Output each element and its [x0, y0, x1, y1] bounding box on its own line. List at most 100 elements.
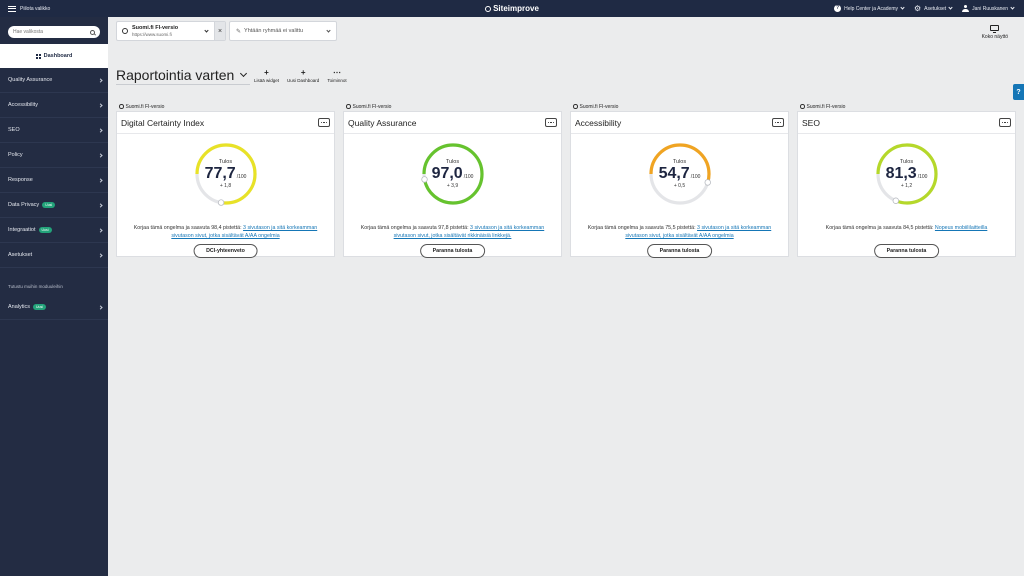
score-max: /100	[917, 174, 928, 180]
globe-icon	[119, 104, 124, 109]
hamburger-icon	[8, 5, 16, 12]
sidebar-item-integrations[interactable]: Integraatiot Uusi	[0, 218, 108, 243]
widget-site-name: Suomi.fi FI-versio	[125, 103, 165, 110]
score-change: + 3,9	[446, 183, 459, 189]
sidebar-search	[8, 26, 100, 38]
widget-card: Accessibility Tulos 54,7 /100 + 0,5 Korj…	[570, 111, 789, 258]
plus-icon: +	[264, 68, 269, 77]
score-gauge: Tulos 54,7 /100 + 0,5	[647, 141, 713, 207]
sidebar-item-label: Asetukset	[8, 252, 33, 258]
chevron-right-icon	[98, 177, 103, 183]
group-selector-value: Yhtään ryhmää ei valittu	[244, 28, 304, 34]
user-menu[interactable]: Jani Ruuskanen	[962, 5, 1015, 12]
sidebar-item-label: Dashboard	[43, 53, 73, 59]
dashboard-actions: + Lisää widget + Uusi Dashboard ⋯ Toimin…	[254, 68, 347, 84]
widget-card: SEO Tulos 81,3 /100 + 1,2 Korjaa tämä on…	[797, 111, 1016, 258]
dci-summary-button[interactable]: DCI-yhteenveto	[193, 244, 258, 258]
widget-card: Quality Assurance Tulos 97,0 /100 + 3,9 …	[343, 111, 562, 258]
chevron-down-icon	[204, 27, 209, 33]
globe-icon	[122, 28, 128, 34]
improvement-text: Korjaa tämä ongelma ja saavuta 84,5 pist…	[808, 224, 1005, 232]
score-max: /100	[236, 174, 247, 180]
improvement-text: Korjaa tämä ongelma ja saavuta 75,5 pist…	[581, 224, 778, 240]
improvement-prefix: Korjaa tämä ongelma ja saavuta 98,4 pist…	[133, 225, 242, 231]
sidebar-item-label: Data Privacy	[8, 202, 40, 208]
sidebar-item-label: Accessibility	[8, 102, 38, 108]
group-selector[interactable]: ✎ Yhtään ryhmää ei valittu	[229, 21, 337, 41]
sidebar-item-policy[interactable]: Policy	[0, 143, 108, 168]
score-change: + 1,2	[900, 183, 913, 189]
new-badge: Uusi	[33, 304, 47, 310]
score-max: /100	[463, 174, 474, 180]
widget-site-name: Suomi.fi FI-versio	[579, 103, 619, 110]
chevron-right-icon	[98, 202, 103, 208]
help-tab[interactable]: ?	[1013, 84, 1024, 100]
chevron-down-icon	[948, 5, 953, 10]
widget-seo: Suomi.fi FI-versio SEO Tulos 81,3 /100 +…	[797, 102, 1016, 258]
dashboard-title-dropdown[interactable]: Raportointia varten	[116, 66, 251, 85]
sidebar-item-settings[interactable]: Asetukset	[0, 243, 108, 268]
widget-title: Accessibility	[575, 117, 622, 128]
score-value: 54,7	[658, 165, 690, 182]
help-icon: ?	[834, 5, 842, 12]
sidebar-section-label: Tutustu muihin moduuleihin	[8, 284, 63, 289]
sidebar-item-label: Policy	[8, 152, 23, 158]
sidebar-item-response[interactable]: Response	[0, 168, 108, 193]
more-icon: ⋯	[332, 68, 341, 77]
sidebar-item-label: Analytics	[8, 304, 31, 310]
sidebar-item-accessibility[interactable]: Accessibility	[0, 93, 108, 118]
improvement-text: Korjaa tämä ongelma ja saavuta 98,4 pist…	[127, 224, 324, 240]
plus-icon: +	[300, 68, 306, 77]
site-name: Suomi.fi FI-versio	[132, 25, 179, 31]
improve-score-button[interactable]: Paranna tulosta	[873, 244, 940, 258]
add-widget-button[interactable]: + Lisää widget	[254, 68, 280, 84]
new-badge: Uusi	[42, 202, 56, 208]
widget-menu-button[interactable]	[772, 118, 784, 127]
search-input[interactable]	[13, 29, 90, 35]
gear-icon: ⚙	[914, 4, 922, 13]
score-gauge: Tulos 81,3 /100 + 1,2	[874, 141, 940, 207]
widget-menu-button[interactable]	[318, 118, 330, 127]
settings-menu[interactable]: ⚙ Asetukset	[914, 4, 953, 13]
sidebar-item-data-privacy[interactable]: Data Privacy Uusi	[0, 193, 108, 218]
improvement-prefix: Korjaa tämä ongelma ja saavuta 75,5 pist…	[587, 225, 696, 231]
improvement-link[interactable]: Nopeus mobiililaitteilla	[935, 225, 987, 231]
chevron-right-icon	[98, 304, 103, 310]
dashboard-grid-icon	[35, 53, 41, 59]
sidebar: Dashboard Quality Assurance Accessibilit…	[0, 17, 108, 576]
site-selector[interactable]: Suomi.fi FI-versio https://www.suomi.fi …	[116, 21, 226, 41]
actions-menu-button[interactable]: ⋯ Toiminnot	[327, 68, 347, 84]
widget-menu-button[interactable]	[999, 118, 1011, 127]
search-icon[interactable]	[90, 29, 95, 35]
widget-menu-button[interactable]	[545, 118, 557, 127]
score-gauge: Tulos 97,0 /100 + 3,9	[420, 141, 486, 207]
sidebar-item-analytics[interactable]: Analytics Uusi	[0, 295, 108, 320]
sidebar-nav: Quality Assurance Accessibility SEO Poli…	[0, 68, 108, 268]
widget-site-name: Suomi.fi FI-versio	[806, 103, 846, 110]
add-widget-label: Lisää widget	[254, 78, 280, 83]
sidebar-item-seo[interactable]: SEO	[0, 118, 108, 143]
chevron-down-icon	[326, 27, 331, 33]
user-icon	[962, 5, 970, 12]
clear-site-button[interactable]: ×	[214, 22, 225, 40]
fullscreen-button[interactable]: Koko näyttö	[982, 25, 1008, 40]
hide-menu-toggle[interactable]: Piilota valikko	[0, 5, 300, 12]
sidebar-item-quality-assurance[interactable]: Quality Assurance	[0, 68, 108, 93]
improvement-text: Korjaa tämä ongelma ja saavuta 97,8 pist…	[354, 224, 551, 240]
new-dashboard-button[interactable]: + Uusi Dashboard	[287, 68, 320, 84]
widget-accessibility: Suomi.fi FI-versio Accessibility Tulos 5…	[570, 102, 789, 258]
sidebar-item-dashboard[interactable]: Dashboard	[0, 44, 108, 68]
site-url: https://www.suomi.fi	[132, 31, 172, 37]
globe-icon	[800, 104, 805, 109]
new-dashboard-label: Uusi Dashboard	[287, 78, 320, 83]
help-center-menu[interactable]: ? Help Center ja Academy	[834, 5, 905, 12]
help-center-label: Help Center ja Academy	[844, 5, 898, 12]
improve-score-button[interactable]: Paranna tulosta	[419, 244, 486, 258]
globe-icon	[346, 104, 351, 109]
siteimprove-logo-icon	[485, 5, 492, 12]
top-bar: Piilota valikko Siteimprove ? Help Cente…	[0, 0, 1024, 17]
improve-score-button[interactable]: Paranna tulosta	[646, 244, 713, 258]
tag-icon: ✎	[236, 28, 242, 35]
brand-name: Siteimprove	[493, 4, 539, 13]
actions-label: Toiminnot	[327, 78, 347, 83]
